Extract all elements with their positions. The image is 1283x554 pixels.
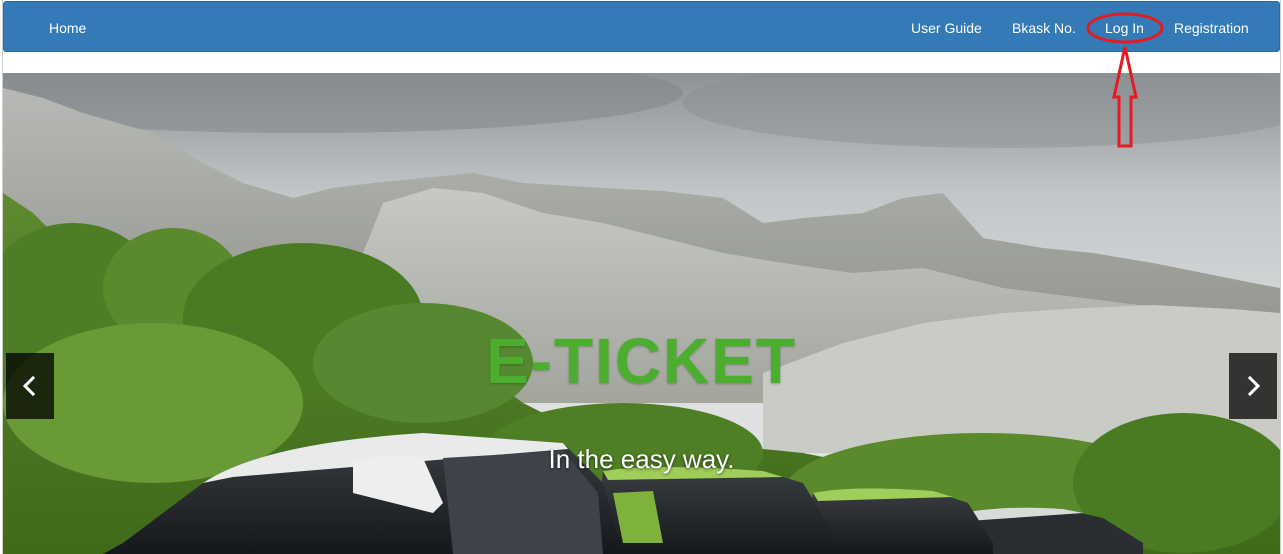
chevron-right-icon	[1247, 376, 1261, 396]
hero-title: E-TICKET	[485, 325, 798, 397]
chevron-left-icon	[22, 376, 36, 396]
nav-user-guide-link[interactable]: User Guide	[911, 19, 982, 37]
page: Home User Guide Bkask No. Log In Registr…	[0, 0, 1283, 554]
hero-background-image	[3, 73, 1280, 554]
carousel-prev-button[interactable]	[6, 353, 54, 419]
nav-bkask-link[interactable]: Bkask No.	[1012, 19, 1076, 37]
nav-registration-link[interactable]: Registration	[1174, 19, 1249, 37]
nav-home-link[interactable]: Home	[49, 19, 86, 37]
hero-carousel: E-TICKET In the easy way.	[3, 73, 1280, 554]
carousel-next-button[interactable]	[1229, 353, 1277, 419]
hero-subtitle: In the easy way.	[548, 444, 735, 474]
nav-login-link[interactable]: Log In	[1105, 19, 1144, 37]
top-navbar: Home User Guide Bkask No. Log In Registr…	[3, 1, 1280, 52]
